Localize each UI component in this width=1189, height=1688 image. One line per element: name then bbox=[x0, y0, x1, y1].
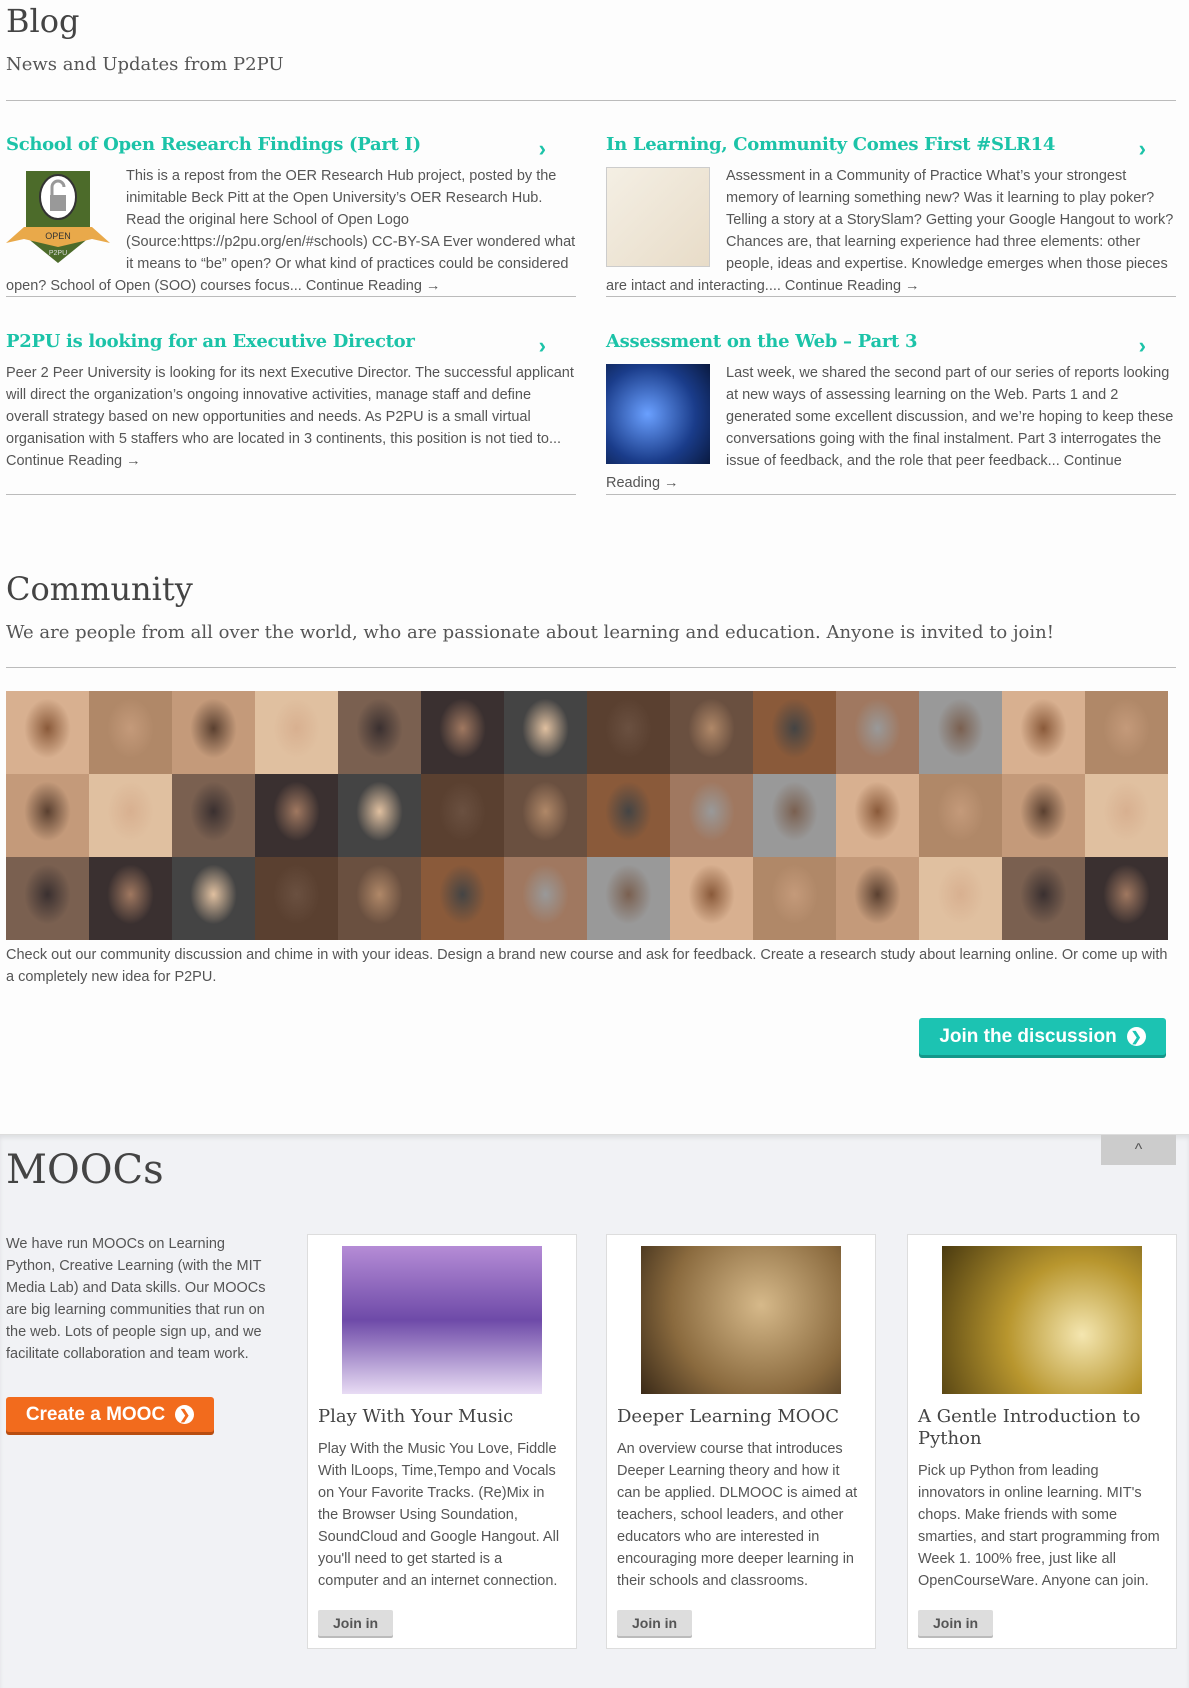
school-of-open-logo: OPEN P2PU bbox=[6, 167, 110, 267]
mooc-card: Deeper Learning MOOC An overview course … bbox=[606, 1234, 876, 1649]
member-avatar[interactable] bbox=[504, 774, 587, 857]
badge-text: OPEN bbox=[45, 231, 71, 241]
member-avatar[interactable] bbox=[255, 774, 338, 857]
member-avatar-grid bbox=[6, 691, 1169, 940]
member-avatar[interactable] bbox=[6, 857, 89, 940]
member-avatar[interactable] bbox=[255, 857, 338, 940]
scroll-top-button[interactable]: ^ bbox=[1101, 1135, 1176, 1165]
member-avatar[interactable] bbox=[1085, 691, 1168, 774]
member-avatar[interactable] bbox=[587, 857, 670, 940]
member-avatar[interactable] bbox=[89, 691, 172, 774]
divider bbox=[6, 296, 576, 297]
post-thumbnail bbox=[606, 364, 710, 464]
member-avatar[interactable] bbox=[1002, 857, 1085, 940]
member-avatar[interactable] bbox=[753, 691, 836, 774]
member-avatar[interactable] bbox=[753, 774, 836, 857]
member-avatar[interactable] bbox=[89, 857, 172, 940]
community-title: Community bbox=[6, 570, 193, 608]
divider bbox=[6, 494, 576, 495]
mooc-title[interactable]: Play With Your Music bbox=[318, 1406, 566, 1428]
member-avatar[interactable] bbox=[919, 857, 1002, 940]
member-avatar[interactable] bbox=[836, 857, 919, 940]
button-label: Create a MOOC bbox=[25, 1403, 166, 1425]
divider bbox=[606, 296, 1176, 297]
mooc-description: Play With the Music You Love, Fiddle Wit… bbox=[318, 1441, 560, 1589]
mooc-card: A Gentle Introduction to Python Pick up … bbox=[907, 1234, 1177, 1649]
member-avatar[interactable] bbox=[6, 774, 89, 857]
mooc-image bbox=[942, 1246, 1142, 1394]
blog-post: P2PU is looking for an Executive Directo… bbox=[6, 331, 576, 521]
member-avatar[interactable] bbox=[504, 857, 587, 940]
arrow-circle-icon: ❯ bbox=[175, 1405, 195, 1424]
moocs-title: MOOCs bbox=[6, 1147, 164, 1193]
mooc-image bbox=[641, 1246, 841, 1394]
member-avatar[interactable] bbox=[421, 691, 504, 774]
mooc-card: Play With Your Music Play With the Music… bbox=[307, 1234, 577, 1649]
member-avatar[interactable] bbox=[670, 774, 753, 857]
mooc-title[interactable]: A Gentle Introduction to Python bbox=[918, 1406, 1166, 1450]
join-in-button[interactable]: Join in bbox=[918, 1610, 994, 1636]
member-avatar[interactable] bbox=[753, 857, 836, 940]
community-subtitle: We are people from all over the world, w… bbox=[6, 622, 1054, 643]
member-avatar[interactable] bbox=[919, 774, 1002, 857]
chevron-right-icon[interactable]: › bbox=[1139, 136, 1146, 162]
join-in-button[interactable]: Join in bbox=[617, 1610, 693, 1636]
create-mooc-button[interactable]: Create a MOOC ❯ bbox=[6, 1397, 214, 1432]
member-avatar[interactable] bbox=[1002, 774, 1085, 857]
member-avatar[interactable] bbox=[172, 857, 255, 940]
divider bbox=[606, 494, 1176, 495]
member-avatar[interactable] bbox=[338, 774, 421, 857]
member-avatar[interactable] bbox=[172, 774, 255, 857]
moocs-section: ^ MOOCs We have run MOOCs on Learning Py… bbox=[0, 1134, 1189, 1688]
member-avatar[interactable] bbox=[836, 691, 919, 774]
member-avatar[interactable] bbox=[338, 691, 421, 774]
member-avatar[interactable] bbox=[1002, 691, 1085, 774]
member-avatar[interactable] bbox=[89, 774, 172, 857]
member-avatar[interactable] bbox=[6, 691, 89, 774]
member-avatar[interactable] bbox=[587, 774, 670, 857]
chevron-right-icon[interactable]: › bbox=[539, 136, 546, 162]
join-discussion-button[interactable]: Join the discussion ❯ bbox=[919, 1018, 1166, 1055]
button-label: Join the discussion bbox=[939, 1025, 1117, 1047]
mooc-description: Pick up Python from leading innovators i… bbox=[918, 1463, 1160, 1589]
mooc-image bbox=[342, 1246, 542, 1394]
member-avatar[interactable] bbox=[670, 691, 753, 774]
divider bbox=[6, 667, 1176, 668]
member-avatar[interactable] bbox=[255, 691, 338, 774]
post-thumbnail bbox=[606, 167, 710, 267]
member-avatar[interactable] bbox=[587, 691, 670, 774]
blog-subtitle: News and Updates from P2PU bbox=[6, 54, 284, 75]
member-avatar[interactable] bbox=[421, 774, 504, 857]
member-avatar[interactable] bbox=[1085, 857, 1168, 940]
blog-post: Assessment on the Web – Part 3 › Last we… bbox=[606, 331, 1176, 521]
chevron-right-icon[interactable]: › bbox=[539, 333, 546, 359]
post-title-link[interactable]: School of Open Research Findings (Part I… bbox=[6, 134, 576, 155]
member-avatar[interactable] bbox=[1085, 774, 1168, 857]
member-avatar[interactable] bbox=[670, 857, 753, 940]
post-title-link[interactable]: P2PU is looking for an Executive Directo… bbox=[6, 331, 576, 352]
svg-text:P2PU: P2PU bbox=[49, 250, 67, 257]
blog-title: Blog bbox=[6, 2, 80, 40]
mooc-description: An overview course that introduces Deepe… bbox=[617, 1441, 858, 1589]
member-avatar[interactable] bbox=[172, 691, 255, 774]
arrow-circle-icon: ❯ bbox=[1126, 1027, 1146, 1046]
post-title-link[interactable]: Assessment on the Web – Part 3 bbox=[606, 331, 1176, 352]
member-avatar[interactable] bbox=[836, 774, 919, 857]
post-title-link[interactable]: In Learning, Community Comes First #SLR1… bbox=[606, 134, 1176, 155]
member-avatar[interactable] bbox=[919, 691, 1002, 774]
join-in-button[interactable]: Join in bbox=[318, 1610, 394, 1636]
member-avatar[interactable] bbox=[421, 857, 504, 940]
member-avatar[interactable] bbox=[338, 857, 421, 940]
moocs-text: We have run MOOCs on Learning Python, Cr… bbox=[6, 1236, 266, 1362]
mooc-title[interactable]: Deeper Learning MOOC bbox=[617, 1406, 865, 1428]
community-text: Check out our community discussion and c… bbox=[6, 947, 1168, 985]
member-avatar[interactable] bbox=[504, 691, 587, 774]
chevron-right-icon[interactable]: › bbox=[1139, 333, 1146, 359]
divider bbox=[6, 100, 1176, 101]
post-excerpt: Peer 2 Peer University is looking for it… bbox=[6, 365, 574, 469]
